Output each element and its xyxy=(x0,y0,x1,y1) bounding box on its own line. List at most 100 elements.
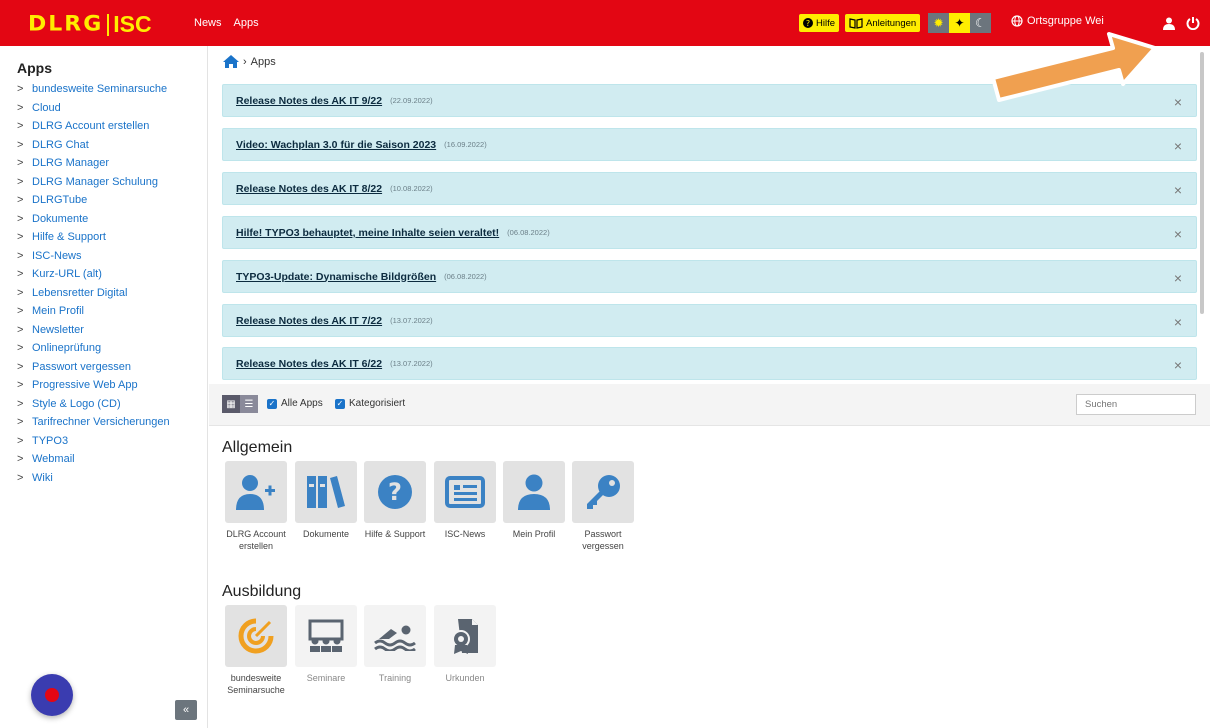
sidebar-item-wiki[interactable]: > Wiki xyxy=(17,469,170,488)
sidebar-item-lebensretter[interactable]: > Lebensretter Digital xyxy=(17,284,170,303)
chevron-right-icon: > xyxy=(17,120,24,133)
notice-date: (13.07.2022) xyxy=(390,359,433,368)
notice-item: Release Notes des AK IT 8/22 (10.08.2022… xyxy=(222,172,1197,205)
guides-button[interactable]: Anleitungen xyxy=(845,14,921,32)
sidebar-item-seminarsuche[interactable]: > bundesweite Seminarsuche xyxy=(17,80,170,99)
app-label: DLRG Account erstellen xyxy=(226,529,286,552)
svg-text:?: ? xyxy=(388,478,402,506)
list-view-icon[interactable]: ☰ xyxy=(240,395,258,413)
chevron-right-icon: > xyxy=(17,342,24,355)
help-button[interactable]: ? Hilfe xyxy=(799,14,840,32)
sidebar-item-newsletter[interactable]: > Newsletter xyxy=(17,321,170,340)
app-tile-isc-news[interactable]: ISC-News xyxy=(434,461,496,540)
sidebar-item-dokumente[interactable]: > Dokumente xyxy=(17,210,170,229)
close-icon[interactable]: × xyxy=(1174,226,1182,242)
books-icon xyxy=(295,461,357,523)
sidebar-item-dlrgtube[interactable]: > DLRGTube xyxy=(17,191,170,210)
chevron-right-icon: > xyxy=(17,434,24,447)
app-tile-urkunden[interactable]: Urkunden xyxy=(434,605,496,684)
notice-title[interactable]: Hilfe! TYPO3 behauptet, meine Inhalte se… xyxy=(236,227,499,239)
view-toggle: ▦ ☰ xyxy=(222,395,258,413)
chevron-right-icon: > xyxy=(17,471,24,484)
notice-item: Release Notes des AK IT 7/22 (13.07.2022… xyxy=(222,304,1197,337)
add-user-icon xyxy=(225,461,287,523)
scrollbar-thumb[interactable] xyxy=(1200,52,1204,314)
sidebar-item-kurz-url[interactable]: > Kurz-URL (alt) xyxy=(17,265,170,284)
collapse-sidebar-button[interactable]: « xyxy=(175,700,197,720)
sidebar-item-account[interactable]: > DLRG Account erstellen xyxy=(17,117,170,136)
breadcrumb-separator: › xyxy=(243,55,247,68)
close-icon[interactable]: × xyxy=(1174,314,1182,330)
sidebar-item-manager-schulung[interactable]: > DLRG Manager Schulung xyxy=(17,173,170,192)
chevron-right-icon: > xyxy=(17,397,24,410)
sidebar-title: Apps xyxy=(17,60,52,76)
brand-logo[interactable]: DLRG ISC xyxy=(28,11,152,38)
certificate-icon xyxy=(434,605,496,667)
home-icon[interactable] xyxy=(223,55,239,68)
sidebar-item-isc-news[interactable]: > ISC-News xyxy=(17,247,170,266)
floating-action-button[interactable] xyxy=(31,674,73,716)
notice-title[interactable]: Release Notes des AK IT 6/22 xyxy=(236,358,382,370)
light-theme-icon[interactable]: ✹ xyxy=(928,13,949,33)
annotation-arrow-icon xyxy=(991,32,1157,102)
nav-news[interactable]: News xyxy=(194,17,222,29)
record-dot-icon xyxy=(45,688,59,702)
sidebar-item-webmail[interactable]: > Webmail xyxy=(17,450,170,469)
sidebar-item-pwa[interactable]: > Progressive Web App xyxy=(17,376,170,395)
sidebar-item-onlinepruefung[interactable]: > Onlineprüfung xyxy=(17,339,170,358)
sidebar-item-chat[interactable]: > DLRG Chat xyxy=(17,136,170,155)
chevron-right-icon: > xyxy=(17,379,24,392)
app-label: Urkunden xyxy=(445,673,485,683)
section-title-general: Allgemein xyxy=(222,439,293,456)
app-tile-dokumente[interactable]: Dokumente xyxy=(295,461,357,540)
sidebar-item-style-logo[interactable]: > Style & Logo (CD) xyxy=(17,395,170,414)
sidebar-item-manager[interactable]: > DLRG Manager xyxy=(17,154,170,173)
app-label: Seminare xyxy=(306,673,346,683)
app-label: ISC-News xyxy=(444,529,486,539)
all-apps-checkbox[interactable]: ✓ Alle Apps xyxy=(267,398,323,409)
power-icon[interactable] xyxy=(1183,13,1203,33)
grid-view-icon[interactable]: ▦ xyxy=(222,395,240,413)
notice-title[interactable]: TYPO3-Update: Dynamische Bildgrößen xyxy=(236,271,436,283)
key-icon xyxy=(572,461,634,523)
notice-item: Release Notes des AK IT 6/22 (13.07.2022… xyxy=(222,347,1197,380)
close-icon[interactable]: × xyxy=(1174,270,1182,286)
notice-title[interactable]: Video: Wachplan 3.0 für die Saison 2023 xyxy=(236,139,436,151)
top-nav: News Apps xyxy=(194,17,259,29)
auto-theme-icon[interactable]: ✦ xyxy=(949,13,970,33)
app-label: Dokumente xyxy=(302,529,350,539)
close-icon[interactable]: × xyxy=(1174,182,1182,198)
app-tile-seminarsuche[interactable]: bundesweite Seminarsuche xyxy=(225,605,287,696)
chevron-right-icon: > xyxy=(17,249,24,262)
app-tile-hilfe[interactable]: ? Hilfe & Support xyxy=(364,461,426,540)
app-tile-passwort[interactable]: Passwort vergessen xyxy=(572,461,634,552)
chevron-right-icon: > xyxy=(17,175,24,188)
notice-title[interactable]: Release Notes des AK IT 7/22 xyxy=(236,315,382,327)
notice-item: Video: Wachplan 3.0 für die Saison 2023 … xyxy=(222,128,1197,161)
notice-title[interactable]: Release Notes des AK IT 9/22 xyxy=(236,95,382,107)
search-input[interactable] xyxy=(1076,394,1196,415)
sidebar-item-profil[interactable]: > Mein Profil xyxy=(17,302,170,321)
app-label: Hilfe & Support xyxy=(364,529,426,539)
close-icon[interactable]: × xyxy=(1174,138,1182,154)
chevron-right-icon: > xyxy=(17,212,24,225)
sidebar-item-hilfe[interactable]: > Hilfe & Support xyxy=(17,228,170,247)
notice-item: Hilfe! TYPO3 behauptet, meine Inhalte se… xyxy=(222,216,1197,249)
sidebar-item-typo3[interactable]: > TYPO3 xyxy=(17,432,170,451)
chevron-right-icon: > xyxy=(17,286,24,299)
app-tile-account[interactable]: DLRG Account erstellen xyxy=(225,461,287,552)
sidebar-item-passwort[interactable]: > Passwort vergessen xyxy=(17,358,170,377)
app-tile-training[interactable]: Training xyxy=(364,605,426,684)
sidebar-item-tarifrechner[interactable]: > Tarifrechner Versicherungen xyxy=(17,413,170,432)
nav-apps[interactable]: Apps xyxy=(234,17,259,29)
categorized-checkbox[interactable]: ✓ Kategorisiert xyxy=(335,398,405,409)
close-icon[interactable]: × xyxy=(1174,94,1182,110)
app-tile-seminare[interactable]: Seminare xyxy=(295,605,357,684)
chevron-right-icon: > xyxy=(17,268,24,281)
app-tile-profil[interactable]: Mein Profil xyxy=(503,461,565,540)
notice-title[interactable]: Release Notes des AK IT 8/22 xyxy=(236,183,382,195)
apps-toolbar: ▦ ☰ ✓ Alle Apps ✓ Kategorisiert xyxy=(209,384,1210,426)
sidebar-item-cloud[interactable]: > Cloud xyxy=(17,99,170,118)
close-icon[interactable]: × xyxy=(1174,357,1182,373)
notice-date: (22.09.2022) xyxy=(390,96,433,105)
